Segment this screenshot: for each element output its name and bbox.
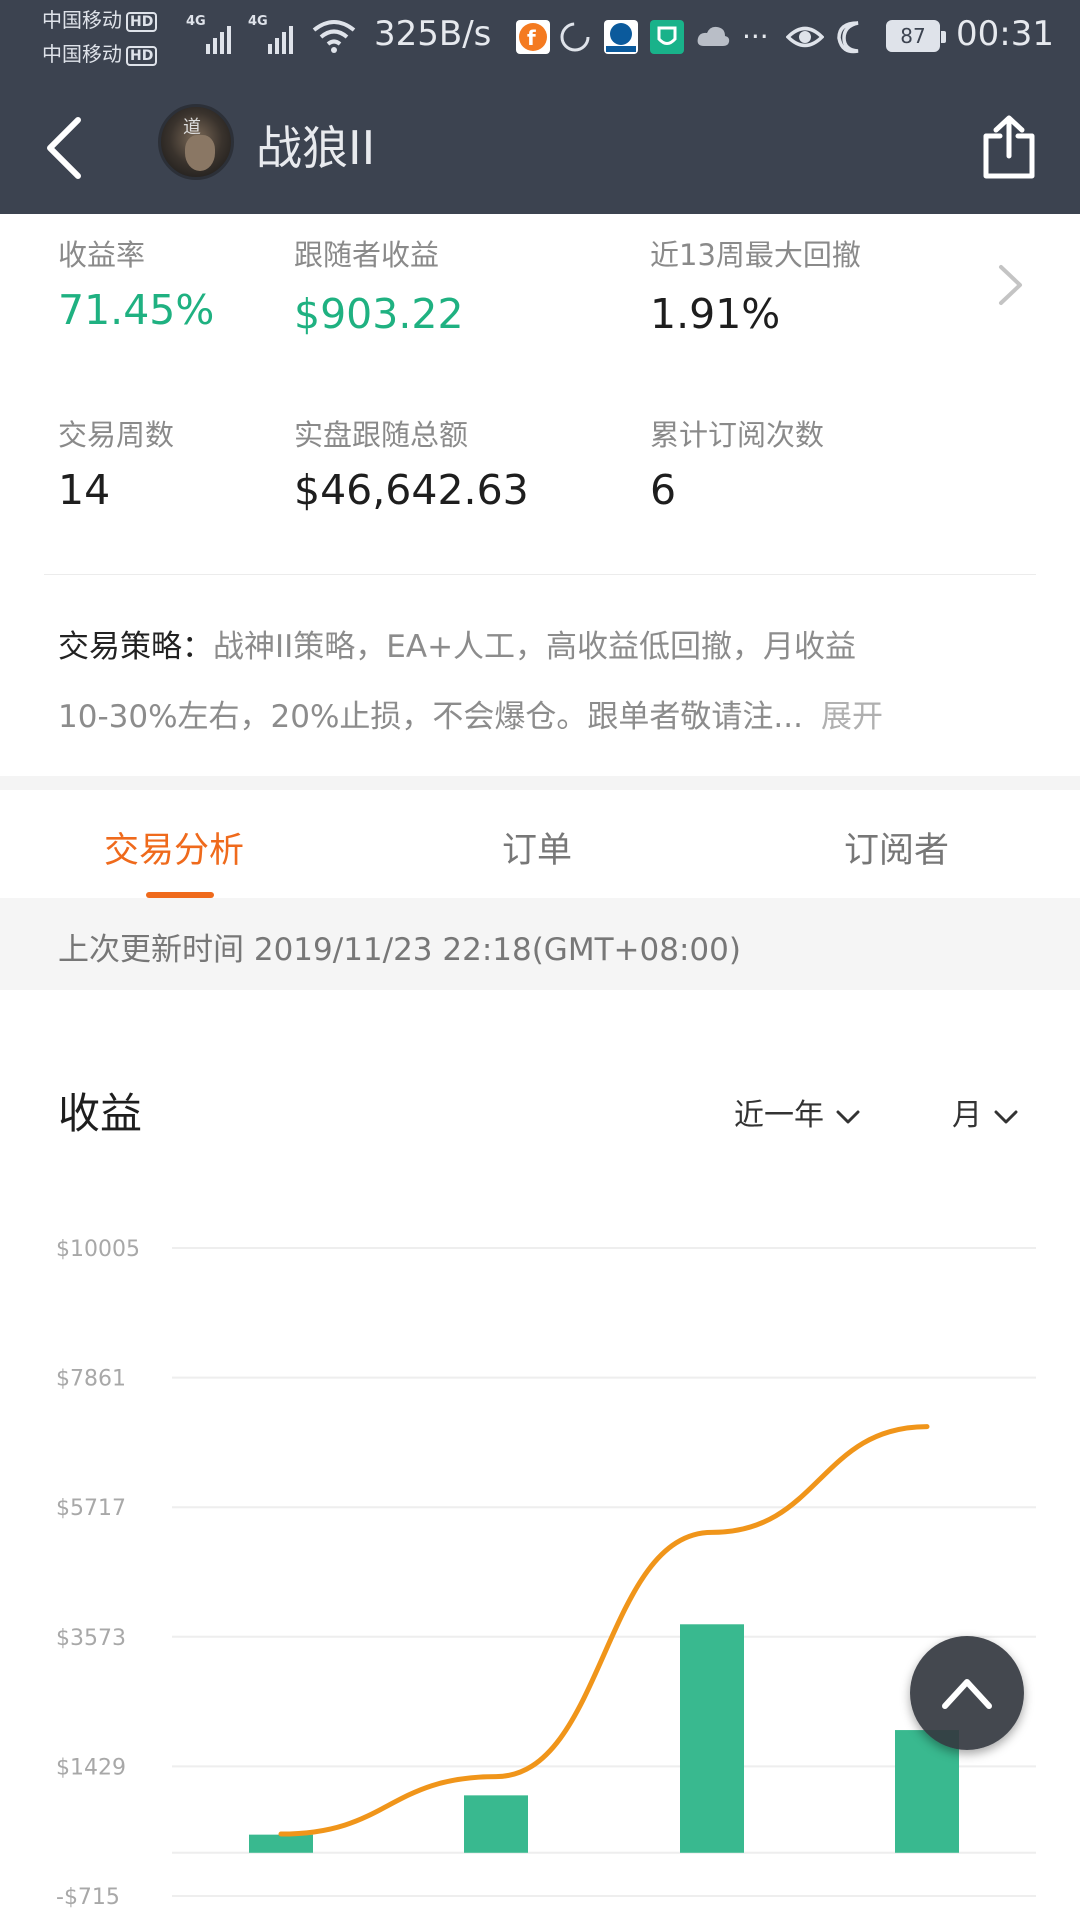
chart-title: 收益 — [58, 1089, 143, 1138]
moon-icon — [837, 21, 859, 54]
chevron-up-icon — [942, 1679, 992, 1709]
carrier-2: 中国移动 HD — [42, 42, 158, 66]
profit-chart: $10005 $7861 $5717 $3573 $1429 -$715 — [56, 1237, 1036, 1910]
stat-value-trading-weeks: 14 — [58, 466, 111, 514]
y-tick-label: $10005 — [56, 1237, 140, 1262]
svg-text:f: f — [527, 26, 536, 50]
period-dropdown[interactable]: 月 — [952, 1090, 1018, 1134]
strategy-description: 交易策略：战神II策略，EA+人工，高收益低回撤，月收益 10-30%左右，20… — [58, 612, 1018, 752]
bar[interactable] — [249, 1834, 313, 1853]
battery-icon: 87 — [886, 20, 946, 52]
y-tick-label: -$715 — [56, 1885, 120, 1910]
stat-label-max-drawdown: 近13周最大回撤 — [650, 238, 861, 272]
carrier-1: 中国移动 HD — [42, 8, 158, 32]
stat-value-return-rate: 71.45% — [58, 286, 215, 334]
expand-link[interactable]: 展开 — [821, 699, 883, 735]
share-icon — [983, 115, 1035, 179]
stat-value-total-follow-amount: $46,642.63 — [294, 466, 529, 514]
hd-badge: HD — [126, 45, 158, 66]
loading-icon — [560, 22, 590, 52]
app-icon-shield — [650, 20, 684, 54]
stat-value-follower-profit: $903.22 — [294, 290, 464, 338]
tab-bar: 交易分析 订单 订阅者 — [0, 790, 1080, 898]
network-type-2: 4G — [248, 14, 268, 29]
more-notifications: ··· — [742, 20, 769, 53]
stat-label-total-follow-amount: 实盘跟随总额 — [294, 418, 469, 452]
stat-label-trading-weeks: 交易周数 — [58, 418, 175, 452]
top-bar: 中国移动 HD 中国移动 HD 4G 4G 325B/s f ··· 87 00… — [0, 0, 1080, 214]
nav-bar: 道 战狼II — [0, 90, 1080, 204]
range-dropdown-label: 近一年 — [734, 1098, 824, 1133]
cloud-icon — [697, 26, 730, 46]
y-tick-label: $1429 — [56, 1755, 126, 1780]
strategy-text-line-1: 战神II策略，EA+人工，高收益低回撤，月收益 — [213, 629, 857, 665]
app-icon-fx — [604, 20, 638, 54]
hd-badge: HD — [126, 11, 158, 32]
tab-subscribers[interactable]: 订阅者 — [844, 822, 949, 873]
wifi-icon — [312, 20, 356, 53]
network-type-1: 4G — [186, 14, 206, 29]
range-dropdown[interactable]: 近一年 — [734, 1090, 860, 1134]
wolf-image — [185, 135, 215, 171]
chevron-down-icon — [994, 1110, 1018, 1123]
bar[interactable] — [464, 1795, 528, 1853]
section-gap — [0, 776, 1080, 790]
chevron-left-icon — [47, 117, 81, 179]
carrier-2-label: 中国移动 — [42, 42, 122, 66]
stat-value-subscriptions: 6 — [650, 466, 677, 514]
cumulative-line — [278, 1424, 930, 1837]
bar[interactable] — [895, 1730, 959, 1853]
signal-icon: 4G — [186, 14, 238, 54]
period-dropdown-label: 月 — [952, 1098, 982, 1133]
tab-trade-analysis[interactable]: 交易分析 — [104, 822, 244, 873]
chevron-down-icon — [836, 1110, 860, 1123]
back-button[interactable] — [30, 110, 110, 190]
y-tick-label: $5717 — [56, 1496, 126, 1521]
carrier-1-label: 中国移动 — [42, 8, 122, 32]
eye-icon — [786, 26, 824, 48]
y-tick-label: $7861 — [56, 1367, 126, 1392]
divider — [44, 574, 1036, 575]
signal-icon: 4G — [248, 14, 300, 54]
share-button[interactable] — [980, 114, 1038, 180]
stat-label-follower-profit: 跟随者收益 — [294, 238, 440, 272]
stat-value-max-drawdown: 1.91% — [650, 290, 781, 338]
network-speed: 325B/s — [374, 14, 492, 54]
strategy-label: 交易策略： — [58, 629, 213, 665]
update-time-bar: 上次更新时间 2019/11/23 22:18(GMT+08:00) — [0, 898, 1080, 990]
strategy-text-line-2: 10-30%左右，20%止损，不会爆仓。跟单者敬请注... — [58, 699, 803, 735]
tab-orders[interactable]: 订单 — [502, 822, 572, 873]
stat-label-return-rate: 收益率 — [58, 238, 146, 272]
status-bar: 中国移动 HD 中国移动 HD 4G 4G 325B/s f ··· 87 00… — [0, 0, 1080, 78]
avatar[interactable]: 道 — [158, 104, 234, 180]
clock: 00:31 — [956, 14, 1054, 54]
bar[interactable] — [680, 1624, 744, 1853]
stat-label-subscriptions: 累计订阅次数 — [650, 418, 825, 452]
scroll-to-top-button[interactable] — [910, 1636, 1024, 1750]
update-time: 上次更新时间 2019/11/23 22:18(GMT+08:00) — [58, 932, 741, 968]
y-tick-label: $3573 — [56, 1626, 126, 1651]
page-title: 战狼II — [256, 121, 376, 175]
app-icon-f: f — [516, 20, 550, 54]
chevron-right-icon[interactable] — [996, 262, 1026, 308]
